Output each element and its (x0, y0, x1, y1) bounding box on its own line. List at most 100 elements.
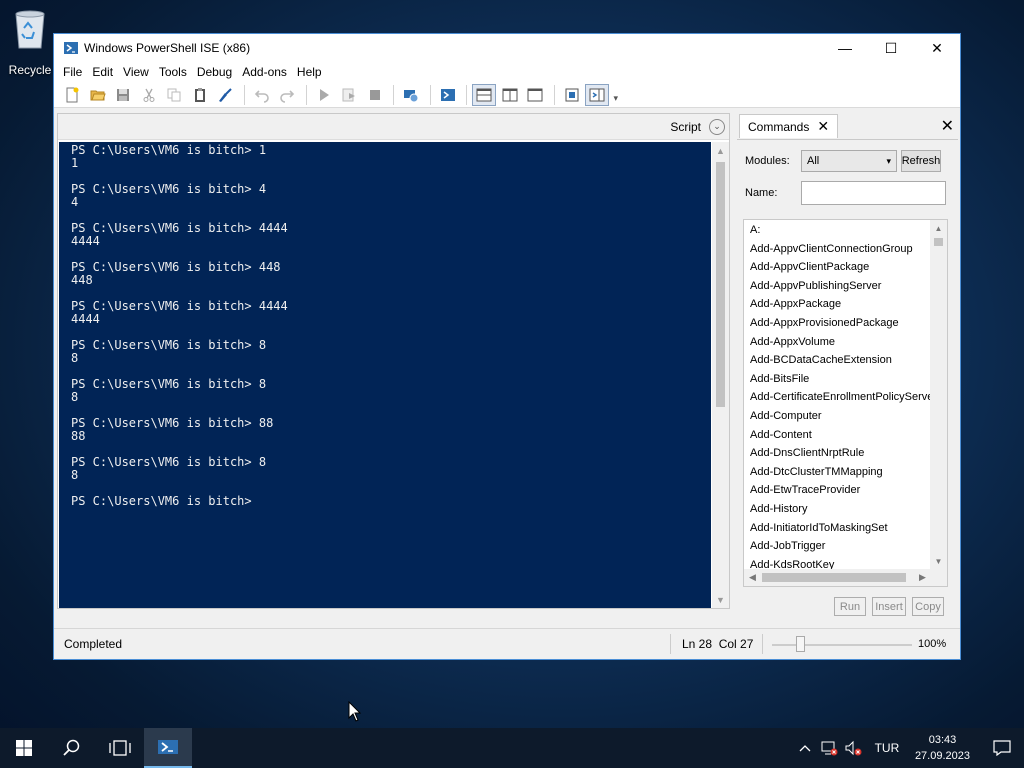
console-input-line: PS C:\Users\VM6 is bitch> 88 (71, 416, 274, 430)
search-button[interactable] (48, 728, 96, 768)
close-pane-icon[interactable]: ✕ (941, 116, 954, 136)
stop-button[interactable] (363, 84, 387, 106)
command-list-item[interactable]: Add-AppxProvisionedPackage (744, 314, 947, 333)
menu-file[interactable]: File (58, 65, 87, 79)
task-view-icon (109, 740, 131, 756)
close-button[interactable]: ✕ (914, 34, 960, 62)
command-list-item[interactable]: Add-JobTrigger (744, 537, 947, 556)
console-entry: PS C:\Users\VM6 is bitch> 88 88 (71, 417, 711, 443)
scroll-up-icon[interactable]: ▲ (712, 142, 729, 159)
taskbar-powershell-ise[interactable] (144, 728, 192, 768)
console-prompt[interactable]: PS C:\Users\VM6 is bitch> (71, 495, 711, 508)
clear-console-button[interactable] (213, 84, 237, 106)
command-list-item[interactable]: Add-CertificateEnrollmentPolicyServe (744, 388, 947, 407)
minimize-button[interactable]: — (822, 34, 868, 62)
show-script-pane-button[interactable] (560, 84, 584, 106)
command-list-item[interactable]: Add-AppxVolume (744, 333, 947, 352)
scroll-up-icon[interactable]: ▲ (930, 220, 947, 237)
console-scrollbar[interactable]: ▲ ▼ (712, 142, 729, 608)
copy-button[interactable] (162, 84, 186, 106)
console-output[interactable]: PS C:\Users\VM6 is bitch> 1 1 PS C:\Users\… (59, 142, 711, 608)
open-button[interactable] (86, 84, 110, 106)
list-hscroll-thumb[interactable] (762, 573, 906, 582)
command-list-item[interactable]: Add-Content (744, 426, 947, 445)
menu-tools[interactable]: Tools (154, 65, 192, 79)
menu-edit[interactable]: Edit (87, 65, 118, 79)
close-tab-icon[interactable]: ✕ (817, 118, 829, 135)
remote-powershell-button[interactable] (399, 84, 423, 106)
command-list-item[interactable]: A: (744, 221, 947, 240)
run-script-button[interactable] (312, 84, 336, 106)
run-selection-button[interactable] (337, 84, 361, 106)
name-input[interactable] (801, 181, 946, 205)
title-bar[interactable]: Windows PowerShell ISE (x86) — ☐ ✕ (54, 34, 960, 62)
command-list-item[interactable]: Add-History (744, 500, 947, 519)
modules-select[interactable]: All ▾ (801, 150, 897, 172)
action-center-button[interactable] (980, 740, 1024, 756)
scroll-right-icon[interactable]: ▶ (914, 569, 931, 586)
zoom-slider-thumb[interactable] (796, 636, 805, 652)
recycle-bin-shortcut[interactable]: Recycle (4, 6, 56, 77)
insert-button[interactable]: Insert (872, 597, 906, 616)
copy-command-button[interactable]: Copy (912, 597, 944, 616)
command-list-item[interactable]: Add-Computer (744, 407, 947, 426)
new-script-button[interactable] (60, 84, 84, 106)
command-list-item[interactable]: Add-AppvClientPackage (744, 258, 947, 277)
start-button[interactable] (0, 728, 48, 768)
scrollbar-thumb[interactable] (716, 162, 725, 407)
command-list-item[interactable]: Add-AppxPackage (744, 295, 947, 314)
clipboard-icon (194, 87, 205, 102)
show-command-addon-button[interactable] (585, 83, 609, 106)
menu-debug[interactable]: Debug (192, 65, 237, 79)
command-list-item[interactable]: Add-AppvClientConnectionGroup (744, 240, 947, 259)
menu-view[interactable]: View (118, 65, 154, 79)
command-list-item[interactable]: Add-DnsClientNrptRule (744, 444, 947, 463)
console-input-line: PS C:\Users\VM6 is bitch> 8 (71, 338, 267, 352)
show-script-max-button[interactable] (523, 84, 547, 106)
command-list-item[interactable]: Add-AppvPublishingServer (744, 277, 947, 296)
mouse-cursor-icon (348, 701, 362, 722)
zoom-slider-track[interactable] (772, 644, 912, 646)
recycle-bin-label: Recycle (8, 63, 52, 77)
stop-icon (369, 89, 380, 100)
undo-button[interactable] (250, 84, 274, 106)
start-powershell-button[interactable] (436, 84, 460, 106)
command-list-item[interactable]: Add-BCDataCacheExtension (744, 351, 947, 370)
chevron-down-icon[interactable]: ⌄ (709, 118, 725, 135)
list-scroll-thumb[interactable] (934, 238, 943, 246)
command-list-item[interactable]: Add-InitiatorIdToMaskingSet (744, 519, 947, 538)
refresh-button[interactable]: Refresh (901, 150, 941, 172)
scroll-down-icon[interactable]: ▼ (930, 553, 947, 570)
command-list-item[interactable]: Add-BitsFile (744, 370, 947, 389)
script-pane-bar: Script ⌄ (58, 114, 729, 140)
show-script-right-button[interactable] (498, 84, 522, 106)
script-label[interactable]: Script (670, 120, 701, 134)
run-button[interactable]: Run (834, 597, 866, 616)
undo-icon (254, 89, 269, 103)
network-icon[interactable] (817, 740, 841, 756)
save-button[interactable] (111, 84, 135, 106)
maximize-button[interactable]: ☐ (868, 34, 914, 62)
volume-icon[interactable] (841, 740, 865, 756)
toolbar-overflow-icon[interactable]: ▾ (614, 93, 619, 104)
show-hidden-icons-icon[interactable] (793, 744, 817, 752)
commands-tab[interactable]: Commands ✕ (739, 114, 839, 138)
list-hscrollbar[interactable]: ◀ ▶ (744, 569, 947, 586)
scroll-left-icon[interactable]: ◀ (744, 569, 761, 586)
cut-button[interactable] (137, 84, 161, 106)
console-entry: PS C:\Users\VM6 is bitch> 448 448 (71, 261, 711, 287)
command-list-item[interactable]: Add-EtwTraceProvider (744, 481, 947, 500)
clock[interactable]: 03:43 27.09.2023 (915, 732, 970, 764)
input-language[interactable]: TUR (869, 741, 905, 755)
task-view-button[interactable] (96, 728, 144, 768)
console-input-line: PS C:\Users\VM6 is bitch> 8 (71, 377, 267, 391)
clock-time: 03:43 (928, 734, 957, 746)
redo-button[interactable] (275, 84, 299, 106)
menu-addons[interactable]: Add-ons (237, 65, 292, 79)
scroll-down-icon[interactable]: ▼ (712, 591, 729, 608)
command-list-item[interactable]: Add-DtcClusterTMMapping (744, 463, 947, 482)
list-scrollbar[interactable]: ▲ ▼ (930, 220, 947, 570)
menu-help[interactable]: Help (292, 65, 327, 79)
show-script-top-button[interactable] (472, 83, 496, 106)
paste-button[interactable] (188, 84, 212, 106)
